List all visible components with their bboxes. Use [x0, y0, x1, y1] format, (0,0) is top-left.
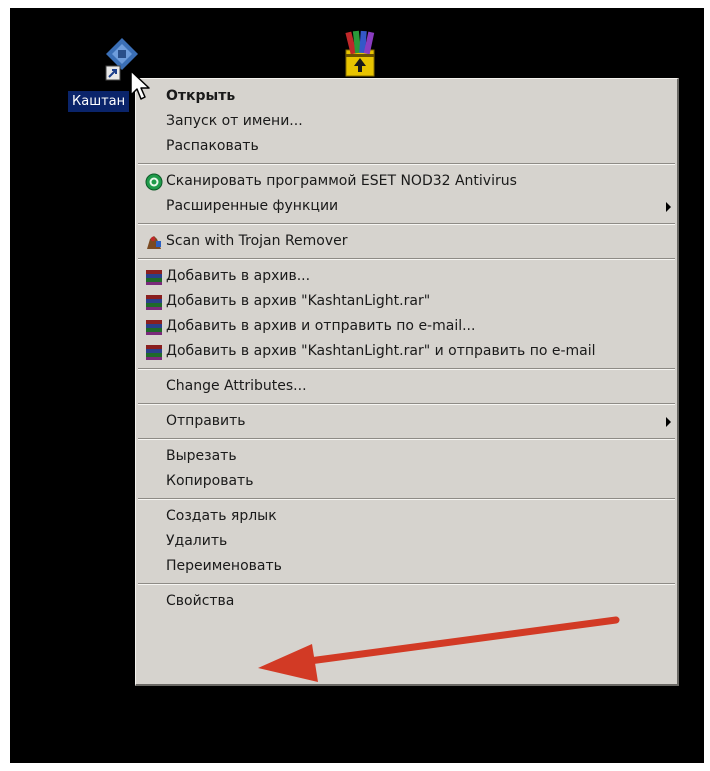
menu-item-advanced-functions[interactable]: Расширенные функции: [136, 194, 677, 219]
menu-item-copy[interactable]: Копировать: [136, 469, 677, 494]
menu-separator: [138, 403, 675, 405]
menu-item-properties[interactable]: Свойства: [136, 589, 677, 614]
desktop[interactable]: Каштан Открыть Запуск от имени... Распак…: [10, 8, 704, 763]
menu-item-create-shortcut[interactable]: Создать ярлык: [136, 504, 677, 529]
eset-nod32-icon: [145, 173, 163, 191]
menu-separator: [138, 223, 675, 225]
menu-item-extract[interactable]: Распаковать: [136, 134, 677, 159]
context-menu: Открыть Запуск от имени... Распаковать С…: [135, 78, 679, 686]
menu-separator: [138, 498, 675, 500]
winrar-books-icon: [345, 30, 375, 77]
screenshot-frame: Каштан Открыть Запуск от имени... Распак…: [0, 0, 710, 771]
menu-item-add-to-archive-and-email[interactable]: Добавить в архив и отправить по e-mail..…: [136, 314, 677, 339]
submenu-arrow-icon: [666, 417, 671, 427]
menu-item-run-as[interactable]: Запуск от имени...: [136, 109, 677, 134]
winrar-icon: [146, 295, 162, 310]
winrar-icon: [146, 320, 162, 335]
winrar-archive-icon[interactable]: [340, 28, 380, 80]
menu-separator: [138, 368, 675, 370]
menu-item-open[interactable]: Открыть: [136, 84, 677, 109]
menu-separator: [138, 163, 675, 165]
winrar-icon: [146, 345, 162, 360]
menu-item-send-to[interactable]: Отправить: [136, 409, 677, 434]
menu-separator: [138, 258, 675, 260]
menu-item-rename[interactable]: Переименовать: [136, 554, 677, 579]
menu-item-delete[interactable]: Удалить: [136, 529, 677, 554]
menu-item-cut[interactable]: Вырезать: [136, 444, 677, 469]
menu-item-scan-eset[interactable]: Сканировать программой ESET NOD32 Antivi…: [136, 169, 677, 194]
desktop-icon-label[interactable]: Каштан: [68, 91, 130, 112]
trojan-remover-icon: [147, 236, 161, 249]
menu-separator: [138, 438, 675, 440]
mouse-cursor-icon: [130, 70, 150, 100]
menu-item-scan-trojan-remover[interactable]: Scan with Trojan Remover: [136, 229, 677, 254]
menu-separator: [138, 583, 675, 585]
menu-item-add-to-archive[interactable]: Добавить в архив...: [136, 264, 677, 289]
submenu-arrow-icon: [666, 202, 671, 212]
menu-item-add-to-kashtanlight-rar[interactable]: Добавить в архив "KashtanLight.rar": [136, 289, 677, 314]
menu-item-add-to-kashtanlight-rar-and-email[interactable]: Добавить в архив "KashtanLight.rar" и от…: [136, 339, 677, 364]
winrar-icon: [146, 270, 162, 285]
menu-item-change-attributes[interactable]: Change Attributes...: [136, 374, 677, 399]
